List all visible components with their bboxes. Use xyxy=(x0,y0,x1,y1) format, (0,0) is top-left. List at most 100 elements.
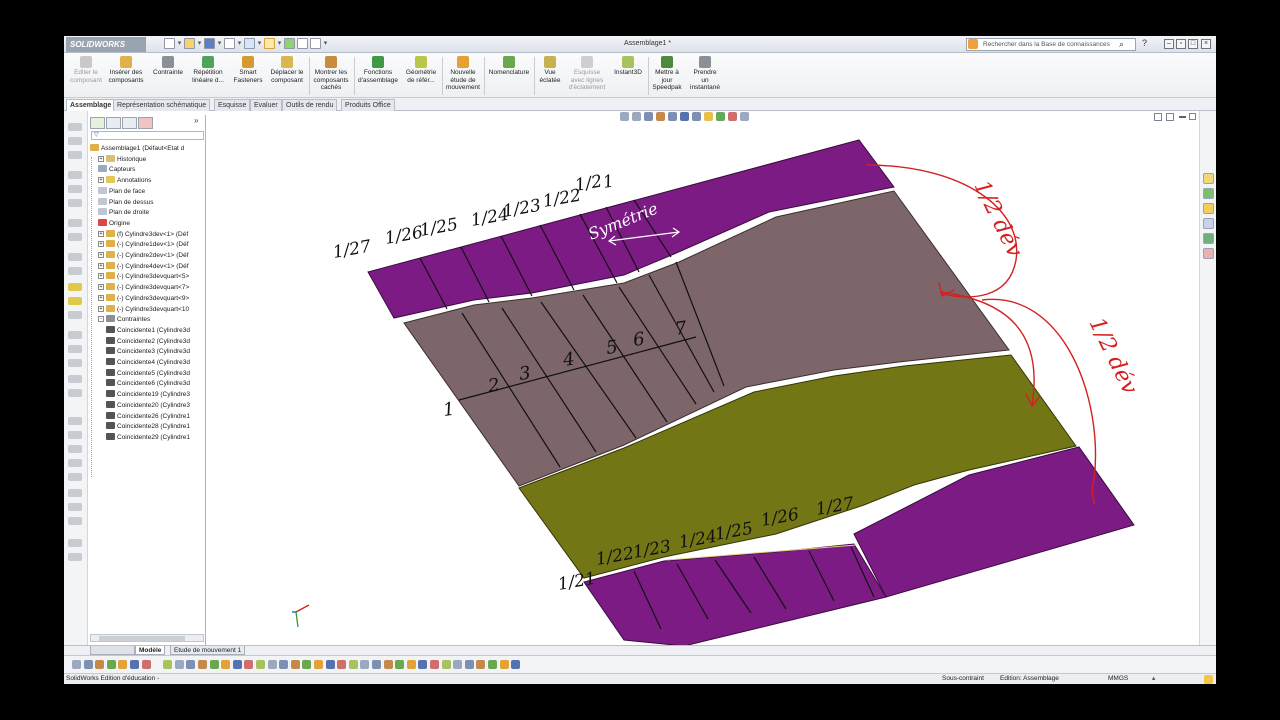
tree-node[interactable]: + (-) Cylindre3devquart<5> xyxy=(98,272,189,283)
strip-tool-icon[interactable] xyxy=(68,445,82,453)
exploded-view-button[interactable]: Vue éclatée xyxy=(535,56,565,84)
strip-tool-icon[interactable] xyxy=(68,123,82,131)
reference-geometry-button[interactable]: Géométrie de référ... xyxy=(402,56,440,84)
linear-pattern-button[interactable]: Répétition linéaire d... xyxy=(188,56,228,84)
strip-tool-icon[interactable] xyxy=(68,375,82,383)
strip-tool-icon[interactable] xyxy=(68,503,82,511)
tree-node[interactable]: Plan de droite xyxy=(98,208,149,219)
instant3d-button[interactable]: Instant3D xyxy=(610,56,646,77)
tree-node[interactable]: + (-) Cylindre3devquart<10 xyxy=(98,304,189,316)
sketch-tool-icon[interactable] xyxy=(118,660,128,669)
close-window-button[interactable]: × xyxy=(1201,39,1211,49)
status-units[interactable]: MMGS xyxy=(1108,674,1128,684)
strip-tool-icon[interactable] xyxy=(68,331,82,339)
strip-tool-icon[interactable] xyxy=(68,553,82,561)
strip-tool-icon[interactable] xyxy=(68,151,82,159)
strip-tool-icon[interactable] xyxy=(68,297,82,305)
strip-tool-icon[interactable] xyxy=(68,431,82,439)
tree-node[interactable]: Coincidente2 (Cylindre3d xyxy=(106,336,190,348)
assembly-features-button[interactable]: Fonctions d'assemblage xyxy=(356,56,400,84)
sketch-tool-icon[interactable] xyxy=(174,660,184,669)
strip-tool-icon[interactable] xyxy=(68,345,82,353)
custom-properties-icon[interactable] xyxy=(1203,248,1214,259)
bill-of-materials-button[interactable]: Nomenclature xyxy=(485,56,533,77)
strip-tool-icon[interactable] xyxy=(68,473,82,481)
view-palette-icon[interactable] xyxy=(1203,218,1214,229)
mate-button[interactable]: Contrainte xyxy=(150,56,186,77)
tree-node[interactable]: Capteurs xyxy=(98,165,135,176)
sketch-tool-icon[interactable] xyxy=(337,660,347,669)
sketch-tool-icon[interactable] xyxy=(72,660,81,669)
sketch-tool-icon[interactable] xyxy=(130,660,139,669)
tree-node[interactable]: + (-) Cylindre3devquart<9> xyxy=(98,293,189,305)
sketch-tool-icon[interactable] xyxy=(430,660,439,669)
explode-line-sketch-button[interactable]: Esquisse avec lignes d'éclatement xyxy=(566,56,608,92)
sketch-tool-icon[interactable] xyxy=(83,660,93,669)
strip-tool-icon[interactable] xyxy=(68,283,82,291)
sketch-tool-icon[interactable] xyxy=(511,660,521,669)
strip-tool-icon[interactable] xyxy=(68,253,82,261)
strip-tool-icon[interactable] xyxy=(68,459,82,467)
collapse-icon[interactable]: - xyxy=(98,316,104,323)
status-edit-mode[interactable]: Edition: Assemblage xyxy=(1000,674,1059,684)
new-dropdown-icon[interactable]: ▾ xyxy=(177,38,182,49)
sketch-tool-icon[interactable] xyxy=(106,660,116,669)
sketch-tool-icon[interactable] xyxy=(476,660,486,669)
tree-scrollbar-thumb[interactable] xyxy=(99,636,185,641)
strip-tool-icon[interactable] xyxy=(68,233,82,241)
sketch-tool-icon[interactable] xyxy=(232,660,242,669)
tree-filter-icon[interactable]: ▽ xyxy=(91,131,204,140)
move-component-button[interactable]: Déplacer le composant xyxy=(266,56,308,84)
rebuild-icon[interactable] xyxy=(284,38,295,49)
tree-node[interactable]: Coincidente28 (Cylindre1 xyxy=(106,422,190,433)
tree-node[interactable]: + (-) Cylindre1dev<1> (Déf xyxy=(98,240,189,251)
tab-produits-office[interactable]: Produits Office xyxy=(341,99,395,111)
strip-tool-icon[interactable] xyxy=(68,359,82,367)
sketch-tool-icon[interactable] xyxy=(244,660,254,669)
solidworks-resources-icon[interactable] xyxy=(1203,173,1214,184)
expand-icon[interactable]: + xyxy=(98,294,104,301)
tree-node[interactable]: Origine xyxy=(98,218,130,230)
smart-fasteners-button[interactable]: Smart Fasteners xyxy=(230,56,266,84)
sketch-tool-icon[interactable] xyxy=(325,660,335,669)
units-dropdown-icon[interactable]: ▴ xyxy=(1152,674,1155,684)
help-status-icon[interactable] xyxy=(1204,675,1213,684)
tree-node[interactable]: + (-) Cylindre3devquart<7> xyxy=(98,283,189,294)
tab-etude-de-mouvement[interactable]: Etude de mouvement 1 xyxy=(170,646,246,655)
sketch-tool-icon[interactable] xyxy=(499,660,509,669)
help-icon[interactable]: ? xyxy=(1142,38,1147,48)
tree-node[interactable]: Coincidente29 (Cylindre1 xyxy=(106,432,190,444)
tree-node[interactable]: Coincidente5 (Cylindre3d xyxy=(106,368,190,380)
sketch-tool-icon[interactable] xyxy=(314,660,323,669)
open-folder-icon[interactable] xyxy=(184,38,195,49)
select-arrow-icon[interactable] xyxy=(264,38,275,49)
strip-tool-icon[interactable] xyxy=(68,171,82,179)
tree-node[interactable]: Coincidente6 (Cylindre3d xyxy=(106,379,190,390)
configuration-manager-tab-icon[interactable] xyxy=(122,117,137,129)
tree-node[interactable]: Plan de face xyxy=(98,186,145,198)
knowledge-base-search-input[interactable]: Rechercher dans la Base de connaissances xyxy=(966,38,1136,51)
sketch-tool-icon[interactable] xyxy=(348,660,358,669)
sketch-tool-icon[interactable] xyxy=(290,660,300,669)
expand-icon[interactable]: + xyxy=(98,155,104,162)
sketch-tool-icon[interactable] xyxy=(441,660,451,669)
update-speedpak-button[interactable]: Mettre à jour Speedpak xyxy=(649,56,685,92)
tree-node[interactable]: Coincidente4 (Cylindre3d xyxy=(106,358,190,369)
sketch-tool-icon[interactable] xyxy=(302,660,312,669)
print-dropdown-icon[interactable]: ▾ xyxy=(237,38,242,49)
strip-tool-icon[interactable] xyxy=(68,267,82,275)
edit-component-button[interactable]: Editer le composant xyxy=(68,56,104,84)
sketch-tool-icon[interactable] xyxy=(198,660,207,669)
tab-outils-de-rendu[interactable]: Outils de rendu xyxy=(282,99,338,111)
tree-node[interactable]: + (-) Cylindre4dev<1> (Déf xyxy=(98,261,189,273)
sketch-tool-icon[interactable] xyxy=(464,660,474,669)
tree-node[interactable]: Coincidente1 (Cylindre3d xyxy=(106,325,190,337)
feature-tree-tab-icon[interactable] xyxy=(90,117,105,129)
strip-tool-icon[interactable] xyxy=(68,417,82,425)
tab-esquisse[interactable]: Esquisse xyxy=(214,99,251,111)
sketch-tool-icon[interactable] xyxy=(267,660,277,669)
tab-assemblage[interactable]: Assemblage xyxy=(66,99,116,111)
appearances-icon[interactable] xyxy=(1203,233,1214,244)
tree-node[interactable]: + (-) Cylindre2dev<1> (Déf xyxy=(98,251,189,262)
sketch-tool-icon[interactable] xyxy=(279,660,289,669)
